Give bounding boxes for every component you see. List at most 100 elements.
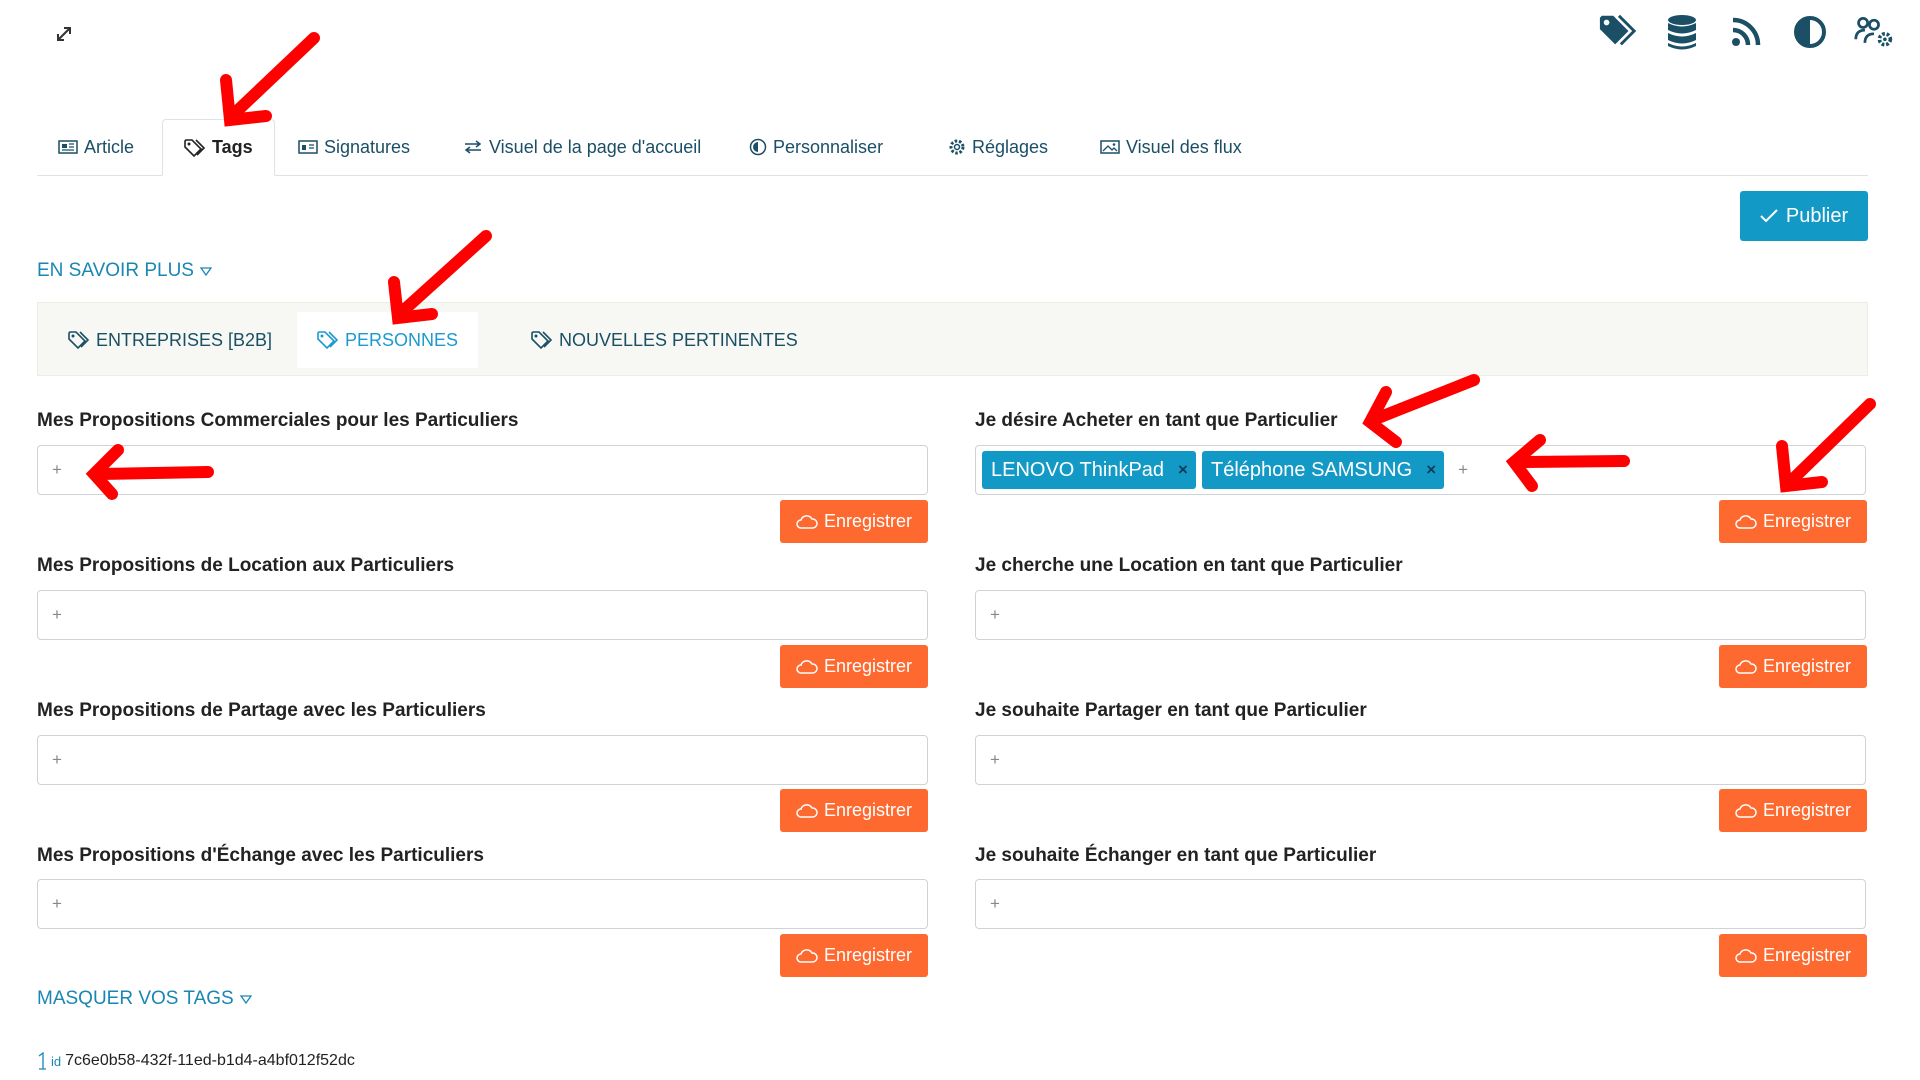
tag-input[interactable]: +	[37, 735, 928, 785]
users-cog-icon[interactable]	[1854, 12, 1894, 52]
save-button[interactable]: Enregistrer	[1719, 500, 1867, 543]
field-label: Mes Propositions Commerciales pour les P…	[37, 410, 519, 431]
field-label: Je cherche une Location en tant que Part…	[975, 555, 1403, 576]
cloud-icon	[796, 949, 818, 963]
cloud-icon	[796, 515, 818, 529]
learn-more-toggle[interactable]: EN SAVOIR PLUS	[37, 260, 212, 282]
contrast-icon[interactable]	[1790, 12, 1830, 52]
save-label: Enregistrer	[823, 656, 913, 676]
rss-icon[interactable]	[1726, 12, 1766, 52]
add-tag-placeholder[interactable]: +	[982, 894, 1008, 914]
field-label: Mes Propositions de Partage avec les Par…	[37, 700, 486, 721]
remove-tag-icon[interactable]: ×	[1426, 460, 1436, 480]
tab-visuel-page-accueil[interactable]: Visuel de la page d'accueil	[442, 119, 722, 175]
record-id: id 7c6e0b58-432f-11ed-b1d4-a4bf012f52dc	[37, 1052, 355, 1070]
field-label: Mes Propositions de Location aux Particu…	[37, 555, 455, 576]
subtab-label: PERSONNES	[345, 329, 459, 350]
save-label: Enregistrer	[823, 945, 913, 965]
gear-icon	[949, 139, 965, 155]
subtab-label: NOUVELLES PERTINENTES	[559, 329, 798, 350]
cloud-icon	[1735, 804, 1757, 818]
caret-down-icon	[239, 994, 252, 1004]
hide-tags-toggle[interactable]: MASQUER VOS TAGS	[37, 988, 252, 1010]
exchange-icon	[464, 140, 482, 154]
main-tabs: Article Tags Signatures Visuel de la pag…	[37, 119, 1868, 176]
tab-label: Réglages	[972, 136, 1049, 157]
subtab-nouvelles-pertinentes[interactable]: NOUVELLES PERTINENTES	[511, 312, 818, 368]
tab-signatures[interactable]: Signatures	[277, 119, 431, 175]
cloud-icon	[796, 804, 818, 818]
field-label: Je souhaite Partager en tant que Particu…	[975, 700, 1367, 721]
save-label: Enregistrer	[1762, 656, 1852, 676]
tab-reglages[interactable]: Réglages	[927, 119, 1069, 175]
save-button[interactable]: Enregistrer	[1719, 934, 1867, 977]
tag-input[interactable]: +	[37, 445, 928, 495]
remove-tag-icon[interactable]: ×	[1178, 460, 1188, 480]
caret-down-icon	[199, 266, 212, 276]
tab-label: Personnaliser	[773, 136, 884, 157]
tab-personnaliser[interactable]: Personnaliser	[728, 119, 904, 175]
publish-button[interactable]: Publier	[1740, 191, 1868, 241]
save-button[interactable]: Enregistrer	[780, 500, 928, 543]
add-tag-placeholder[interactable]: +	[982, 750, 1008, 770]
add-tag-placeholder[interactable]: +	[44, 460, 70, 480]
tag-input[interactable]: LENOVO ThinkPad × Téléphone SAMSUNG × +	[975, 445, 1866, 495]
tag-chip-label: Téléphone SAMSUNG	[1210, 458, 1413, 481]
save-label: Enregistrer	[1762, 800, 1852, 820]
save-button[interactable]: Enregistrer	[780, 934, 928, 977]
newspaper-icon	[58, 140, 78, 154]
save-button[interactable]: Enregistrer	[780, 645, 928, 688]
save-label: Enregistrer	[823, 511, 913, 531]
tag-input[interactable]: +	[975, 735, 1866, 785]
cloud-icon	[1735, 515, 1757, 529]
tag-input[interactable]: +	[975, 590, 1866, 640]
add-tag-placeholder[interactable]: +	[44, 750, 70, 770]
learn-more-label: EN SAVOIR PLUS	[37, 260, 194, 281]
tab-label: Visuel des flux	[1126, 136, 1242, 157]
tag-icon	[531, 331, 553, 349]
tag-icon	[317, 331, 339, 349]
field-label: Je désire Acheter en tant que Particulie…	[975, 410, 1338, 431]
save-label: Enregistrer	[823, 800, 913, 820]
tag-chip: LENOVO ThinkPad ×	[982, 451, 1196, 489]
save-button[interactable]: Enregistrer	[780, 789, 928, 832]
id-prefix: id	[51, 1053, 62, 1069]
expand-icon[interactable]	[52, 22, 76, 46]
database-icon[interactable]	[1662, 12, 1702, 52]
tab-tags[interactable]: Tags	[162, 119, 275, 176]
tab-visuel-des-flux[interactable]: Visuel des flux	[1079, 119, 1263, 175]
tags-icon[interactable]	[1598, 12, 1638, 52]
sub-tabs: ENTREPRISES [B2B] PERSONNES NOUVELLES PE…	[37, 302, 1868, 376]
save-button[interactable]: Enregistrer	[1719, 789, 1867, 832]
save-label: Enregistrer	[1762, 945, 1852, 965]
tab-label: Signatures	[324, 136, 411, 157]
field-label: Mes Propositions d'Échange avec les Part…	[37, 845, 484, 866]
add-tag-placeholder[interactable]: +	[982, 605, 1008, 625]
id-card-icon	[298, 140, 318, 154]
add-tag-placeholder[interactable]: +	[44, 894, 70, 914]
check-icon	[1760, 209, 1778, 223]
add-tag-placeholder[interactable]: +	[1450, 460, 1476, 480]
save-button[interactable]: Enregistrer	[1719, 645, 1867, 688]
tag-chip-label: LENOVO ThinkPad	[991, 458, 1165, 481]
hide-tags-label: MASQUER VOS TAGS	[37, 988, 234, 1009]
top-toolbar	[1598, 12, 1894, 52]
id-value: 7c6e0b58-432f-11ed-b1d4-a4bf012f52dc	[65, 1052, 355, 1069]
add-tag-placeholder[interactable]: +	[44, 605, 70, 625]
tab-label: Article	[84, 136, 135, 157]
cloud-icon	[1735, 660, 1757, 674]
save-label: Enregistrer	[1762, 511, 1852, 531]
field-label: Je souhaite Échanger en tant que Particu…	[975, 845, 1377, 866]
tag-input[interactable]: +	[37, 879, 928, 929]
id-icon	[38, 1052, 46, 1070]
tag-input[interactable]: +	[975, 879, 1866, 929]
tag-icon	[68, 331, 90, 349]
tab-label: Visuel de la page d'accueil	[489, 136, 702, 157]
image-icon	[1100, 140, 1120, 154]
tag-icon	[184, 138, 206, 157]
publish-label: Publier	[1785, 204, 1849, 227]
subtab-entreprises[interactable]: ENTREPRISES [B2B]	[48, 312, 292, 368]
tab-article[interactable]: Article	[37, 119, 155, 175]
tag-input[interactable]: +	[37, 590, 928, 640]
subtab-personnes[interactable]: PERSONNES	[297, 312, 479, 368]
